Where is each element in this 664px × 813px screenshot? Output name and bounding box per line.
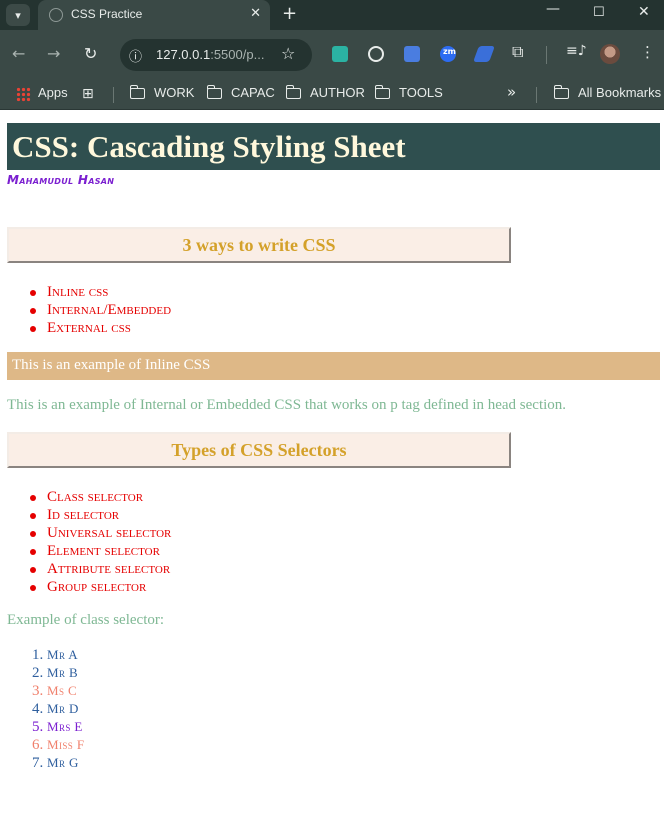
bookmark-divider xyxy=(113,87,114,103)
internal-css-example: This is an example of Internal or Embedd… xyxy=(7,397,567,413)
item-name: Mr D xyxy=(47,701,79,716)
section-heading-text: 3 ways to write CSS xyxy=(182,235,336,255)
item-name: Ms C xyxy=(47,683,78,698)
folder-icon xyxy=(129,85,145,99)
folder-icon xyxy=(553,85,569,99)
page-title: CSS: Cascading Styling Sheet xyxy=(12,129,406,164)
list-item: Element selector xyxy=(29,542,171,560)
section-heading-ways: 3 ways to write CSS xyxy=(7,227,511,263)
apps-grid-icon xyxy=(16,87,31,102)
url-text[interactable]: 127.0.0.1:5500/p... xyxy=(156,47,264,62)
zoom-extension-glyph: zm xyxy=(443,47,456,56)
list-item: 7. Mr G xyxy=(32,754,84,772)
more-menu-icon[interactable]: ⋮ xyxy=(640,43,655,61)
list-item: 1. Mr A xyxy=(32,646,84,664)
bookmark-star-icon[interactable]: ☆ xyxy=(281,44,295,63)
new-tab-button[interactable]: + xyxy=(282,3,297,24)
folder-icon xyxy=(206,85,222,99)
media-control-icon[interactable]: ≡♪ xyxy=(566,43,587,59)
bookmarks-bar: Apps ⊞ WORK CAPAC AUTHOR TOOLS » All Boo… xyxy=(0,78,664,110)
arrow-extension-icon[interactable] xyxy=(473,46,495,62)
forward-button[interactable]: → xyxy=(47,44,60,63)
item-number: 2. xyxy=(32,665,44,681)
section-heading-text: Types of CSS Selectors xyxy=(171,440,347,460)
item-number: 1. xyxy=(32,647,44,663)
list-item: External css xyxy=(29,319,171,337)
all-bookmarks[interactable]: All Bookmarks xyxy=(578,85,661,100)
inline-css-example: This is an example of Inline CSS xyxy=(7,352,660,380)
save-extension-icon[interactable] xyxy=(332,46,348,62)
list-item: Group selector xyxy=(29,578,171,596)
reload-button[interactable]: ↻ xyxy=(84,44,97,63)
item-name: Mr B xyxy=(47,665,79,680)
list-item: 4. Mr D xyxy=(32,700,84,718)
item-name: Mr G xyxy=(47,755,79,770)
item-number: 5. xyxy=(32,719,44,735)
tab-search-button[interactable]: ▾ xyxy=(6,4,30,26)
close-icon[interactable]: ✕ xyxy=(250,6,261,21)
item-name: Miss F xyxy=(47,737,85,752)
list-item: 5. Mrs E xyxy=(32,718,84,736)
list-item: 3. Ms C xyxy=(32,682,84,700)
item-number: 4. xyxy=(32,701,44,717)
title-banner: CSS: Cascading Styling Sheet xyxy=(7,123,660,170)
address-bar[interactable]: ⓘ 127.0.0.1:5500/p... ☆ xyxy=(120,39,312,71)
section-heading-selectors: Types of CSS Selectors xyxy=(7,432,511,468)
list-item: Internal/Embedded xyxy=(29,302,172,318)
author-name: Mahamudul Hasan xyxy=(7,173,115,187)
more-bookmarks-icon[interactable]: » xyxy=(507,83,516,101)
extensions-puzzle-icon[interactable]: ⧉ xyxy=(512,42,523,62)
translate-extension-icon[interactable] xyxy=(404,46,420,62)
item-name: Mrs E xyxy=(47,719,83,734)
window-close-button[interactable]: ✕ xyxy=(638,4,650,20)
names-list: 1. Mr A 2. Mr B 3. Ms C 4. Mr D 5. Mrs E 6. Mi… xyxy=(32,646,84,772)
item-number: 6. xyxy=(32,737,44,753)
tab-css-practice[interactable]: CSS Practice ✕ xyxy=(38,0,270,30)
browser-toolbar: ← → ↻ ⓘ 127.0.0.1:5500/p... ☆ zm ⧉ ≡♪ ⋮ xyxy=(0,30,664,78)
item-number: 3. xyxy=(32,683,44,699)
ways-list: Inline css Internal/Embedded External cs… xyxy=(29,283,172,337)
minimize-button[interactable]: — xyxy=(546,1,560,17)
bookmark-capac[interactable]: CAPAC xyxy=(231,85,275,100)
list-item: Inline css xyxy=(29,283,171,301)
selectors-list: Class selector Id selector Universal sel… xyxy=(29,488,172,596)
bookmark-apps[interactable]: Apps xyxy=(38,85,68,100)
folder-icon xyxy=(285,85,301,99)
item-number: 7. xyxy=(32,755,44,771)
list-item: Attribute selector xyxy=(29,561,171,577)
bookmark-divider xyxy=(536,87,537,103)
url-host: 127.0.0.1 xyxy=(156,47,211,62)
tab-title: CSS Practice xyxy=(71,7,143,21)
folder-icon xyxy=(374,85,390,99)
bookmark-author[interactable]: AUTHOR xyxy=(310,85,365,100)
tab-strip: ▾ CSS Practice ✕ + — ☐ ✕ xyxy=(0,0,664,30)
url-path: :5500/p... xyxy=(210,47,265,62)
list-item: 2. Mr B xyxy=(32,664,84,682)
maximize-button[interactable]: ☐ xyxy=(593,5,605,20)
item-name: Mr A xyxy=(47,647,79,662)
grammarly-extension-icon[interactable] xyxy=(368,46,384,62)
class-selector-example-label: Example of class selector: xyxy=(7,612,165,628)
bookmark-work[interactable]: WORK xyxy=(154,85,194,100)
list-item: Universal selector xyxy=(29,525,172,541)
list-item: Id selector xyxy=(29,506,171,524)
tab-groups-icon[interactable]: ⊞ xyxy=(82,86,94,102)
list-item: 6. Miss F xyxy=(32,736,84,754)
chevron-down-icon: ▾ xyxy=(15,8,21,22)
profile-avatar[interactable] xyxy=(600,44,620,64)
site-info-icon[interactable]: ⓘ xyxy=(129,46,142,65)
toolbar-divider xyxy=(546,46,547,64)
bookmark-tools[interactable]: TOOLS xyxy=(399,85,443,100)
globe-icon xyxy=(49,8,63,22)
back-button[interactable]: ← xyxy=(12,44,25,63)
list-item: Class selector xyxy=(29,488,171,506)
page-content: CSS: Cascading Styling Sheet Mahamudul H… xyxy=(0,111,664,813)
